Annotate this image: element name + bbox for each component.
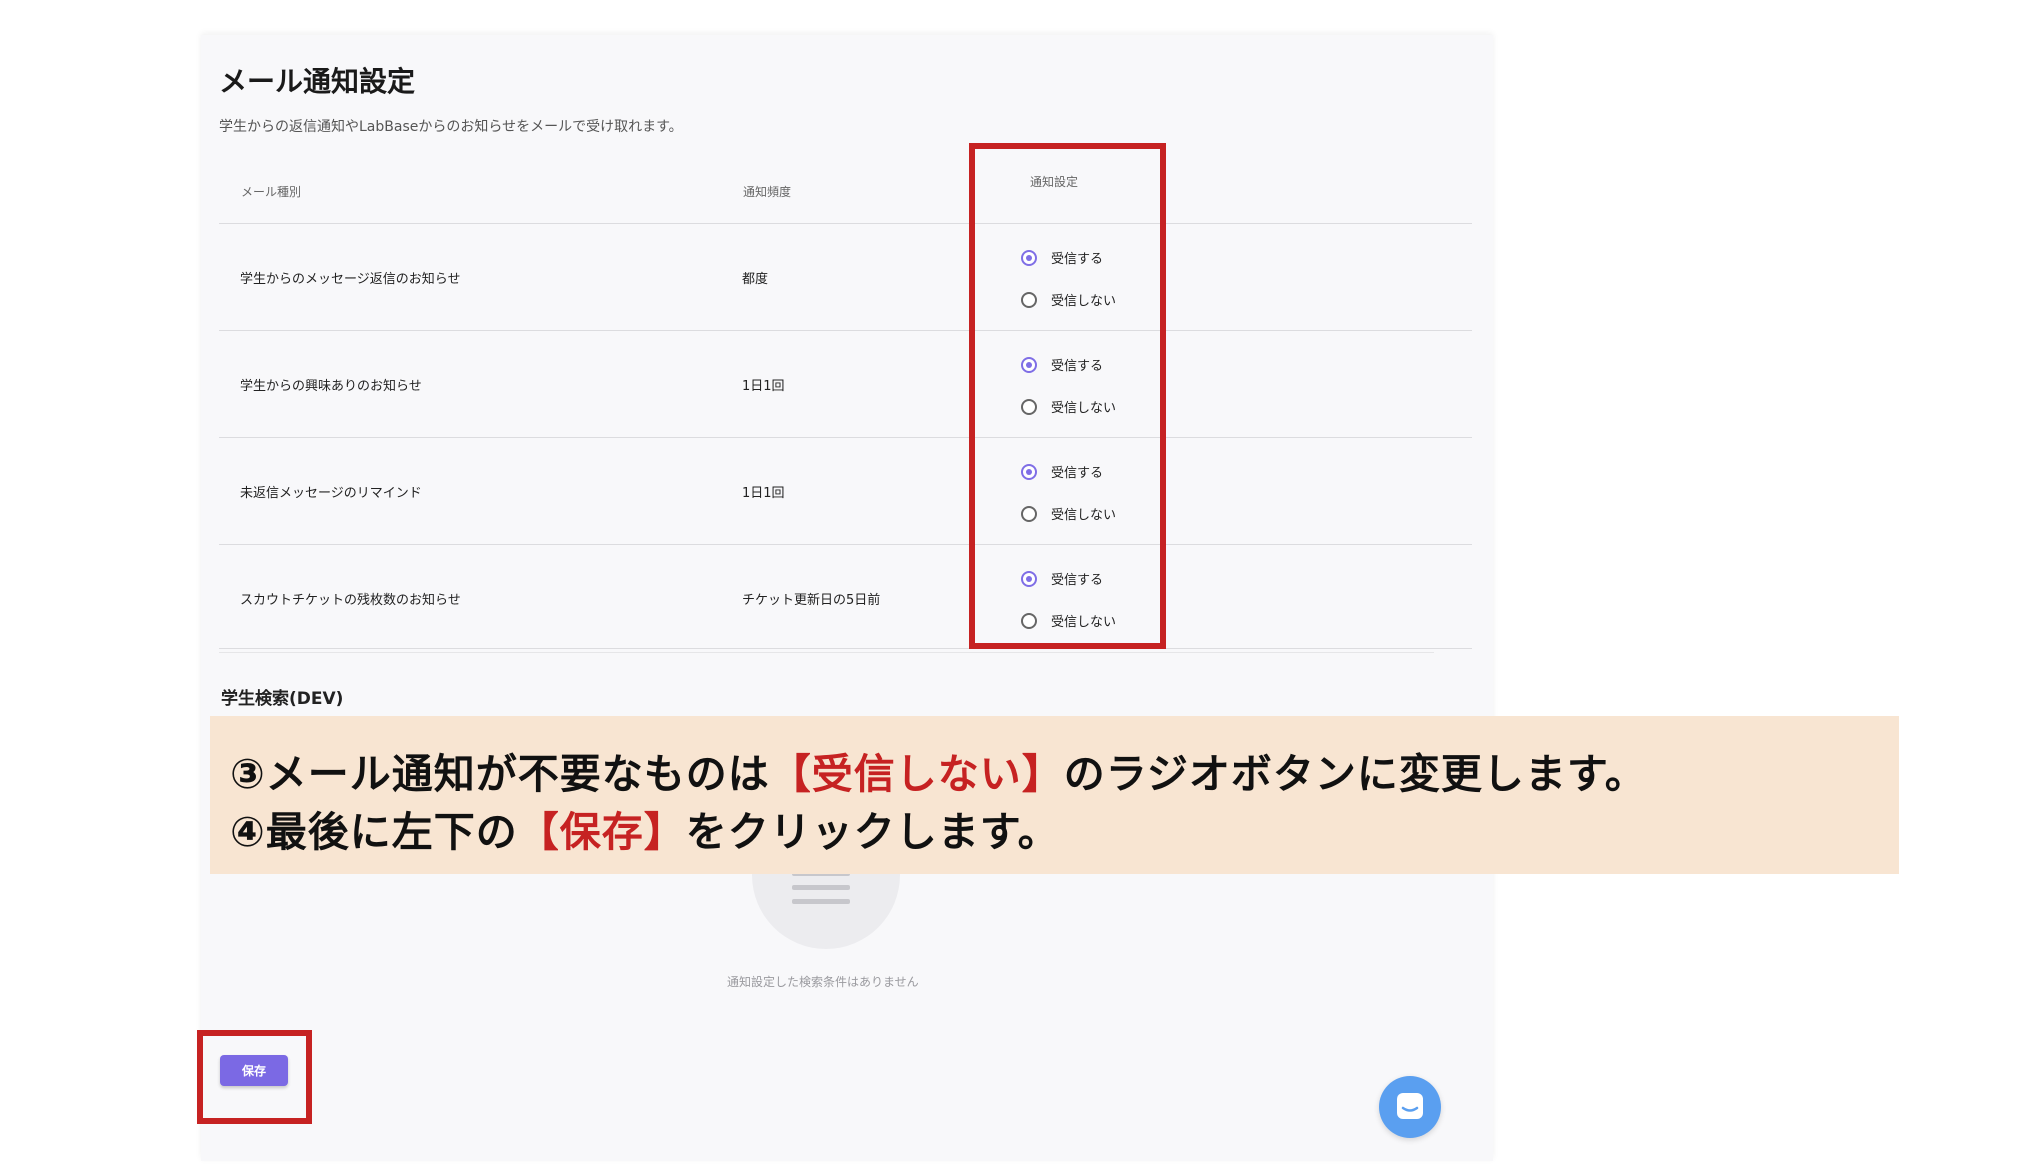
table-row: 未返信メッセージのリマインド 1日1回 受信する 受信しない	[219, 437, 1472, 545]
table-divider	[219, 652, 1434, 653]
instruction-line-4: ④最後に左下の【保存】をクリックします。	[230, 798, 1060, 858]
frequency-cell: 都度	[742, 272, 769, 287]
table-row: 学生からのメッセージ返信のお知らせ 都度 受信する 受信しない	[219, 223, 1472, 331]
page-subtitle: 学生からの返信通知やLabBaseからのお知らせをメールで受け取れます。	[219, 119, 683, 135]
column-header-type: メール種別	[241, 185, 302, 199]
mail-type-cell: 学生からの興味ありのお知らせ	[240, 379, 422, 394]
table-divider	[219, 648, 1472, 649]
document-icon-line	[792, 885, 850, 890]
column-header-frequency: 通知頻度	[743, 185, 792, 199]
document-icon-line	[792, 899, 850, 904]
student-search-title: 学生検索(DEV)	[221, 689, 344, 709]
chat-bubble-icon	[1397, 1093, 1423, 1119]
instruction-text: をクリックします。	[685, 808, 1060, 856]
mail-type-cell: 学生からのメッセージ返信のお知らせ	[240, 272, 461, 287]
instruction-highlight: 【保存】	[517, 808, 686, 856]
frequency-cell: 1日1回	[742, 486, 785, 501]
chat-button[interactable]	[1379, 1076, 1441, 1138]
instruction-text: のラジオボタンに変更します。	[1063, 750, 1647, 798]
frequency-cell: チケット更新日の5日前	[742, 593, 881, 608]
instruction-highlight: 【受信しない】	[769, 750, 1064, 798]
table-row: スカウトチケットの残枚数のお知らせ チケット更新日の5日前 受信する 受信しない	[219, 544, 1472, 652]
instruction-text: ③メール通知が不要なものは	[230, 750, 770, 798]
table-row: 学生からの興味ありのお知らせ 1日1回 受信する 受信しない	[219, 330, 1472, 438]
frequency-cell: 1日1回	[742, 379, 785, 394]
page-title: メール通知設定	[219, 65, 416, 98]
instruction-banner: ③メール通知が不要なものは【受信しない】のラジオボタンに変更します。 ④最後に左…	[210, 716, 1899, 874]
radio-column-highlight	[969, 143, 1166, 649]
mail-type-cell: 未返信メッセージのリマインド	[240, 486, 422, 501]
instruction-text: ④最後に左下の	[230, 808, 518, 856]
save-button[interactable]: 保存	[220, 1055, 288, 1086]
mail-type-cell: スカウトチケットの残枚数のお知らせ	[240, 593, 461, 608]
empty-state-text: 通知設定した検索条件はありません	[727, 975, 919, 989]
instruction-line-3: ③メール通知が不要なものは【受信しない】のラジオボタンに変更します。	[230, 740, 1647, 800]
